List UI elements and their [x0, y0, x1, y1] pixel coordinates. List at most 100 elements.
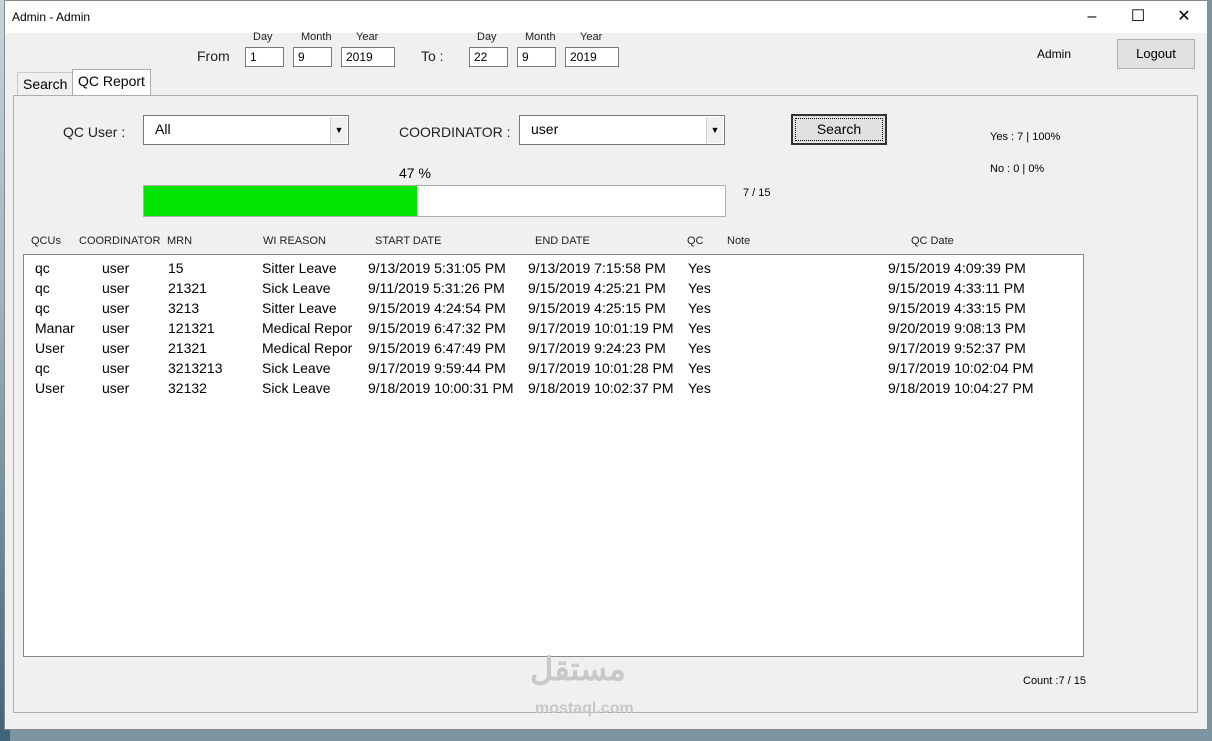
from-month-field[interactable]: 9	[293, 47, 332, 67]
cell-qcus: qc	[35, 280, 50, 296]
from-month-label: Month	[301, 31, 332, 43]
cell-qc: Yes	[688, 380, 711, 396]
from-day-label: Day	[253, 31, 273, 43]
column-header-qc-date[interactable]: QC Date	[911, 235, 954, 247]
from-day-field[interactable]: 1	[245, 47, 284, 67]
to-month-field[interactable]: 9	[517, 47, 556, 67]
from-label: From	[197, 48, 230, 64]
cell-start-date: 9/18/2019 10:00:31 PM	[368, 380, 514, 396]
cell-coordinator: user	[102, 300, 130, 316]
cell-qc-date: 9/15/2019 4:33:11 PM	[888, 280, 1025, 296]
column-header-mrn[interactable]: MRN	[167, 235, 192, 247]
cell-coordinator: user	[102, 380, 130, 396]
coordinator-select[interactable]: user ▼	[519, 115, 725, 145]
results-list[interactable]: qc user 15 Sitter Leave 9/13/2019 5:31:05 PM…	[23, 254, 1084, 657]
cell-qcus: User	[35, 340, 65, 356]
title-bar: Admin - Admin – ☐ ✕	[5, 1, 1207, 33]
cell-coordinator: user	[102, 360, 130, 376]
cell-start-date: 9/15/2019 4:24:54 PM	[368, 300, 506, 316]
user-name: Admin	[1037, 47, 1072, 61]
cell-qc-date: 9/17/2019 9:52:37 PM	[888, 340, 1026, 356]
cell-qc-date: 9/15/2019 4:09:39 PM	[888, 260, 1026, 276]
to-year-field[interactable]: 2019	[565, 47, 619, 67]
table-row[interactable]: User user 32132 Sick Leave 9/18/2019 10:00:3…	[24, 377, 1083, 397]
cell-coordinator: user	[102, 280, 130, 296]
cell-qc: Yes	[688, 340, 711, 356]
no-stat: No : 0 | 0%	[990, 163, 1045, 175]
cell-qc: Yes	[688, 360, 711, 376]
close-icon[interactable]: ✕	[1161, 1, 1207, 33]
to-day-field[interactable]: 22	[469, 47, 508, 67]
cell-start-date: 9/15/2019 6:47:49 PM	[368, 340, 506, 356]
search-button[interactable]: Search	[791, 114, 887, 145]
cell-qc-date: 9/18/2019 10:04:27 PM	[888, 380, 1034, 396]
table-row[interactable]: qc user 21321 Sick Leave 9/11/2019 5:31:26 P…	[24, 277, 1083, 297]
cell-start-date: 9/17/2019 9:59:44 PM	[368, 360, 506, 376]
column-header-coordinator[interactable]: COORDINATOR	[79, 235, 161, 247]
cell-qc: Yes	[688, 260, 711, 276]
yes-stat: Yes : 7 | 100%	[990, 131, 1061, 143]
cell-qcus: Manar	[35, 320, 75, 336]
cell-wi-reason: Sitter Leave	[262, 300, 337, 316]
window-title: Admin - Admin	[12, 10, 91, 24]
tab-qc-report[interactable]: QC Report	[72, 69, 151, 96]
column-header-start-date[interactable]: START DATE	[375, 235, 441, 247]
progress-fill	[144, 186, 418, 216]
cell-qc: Yes	[688, 300, 711, 316]
cell-end-date: 9/15/2019 4:25:15 PM	[528, 300, 666, 316]
chevron-down-icon[interactable]: ▼	[330, 117, 347, 143]
column-header-qc[interactable]: QC	[687, 235, 704, 247]
logout-button[interactable]: Logout	[1117, 39, 1195, 69]
column-header-wi-reason[interactable]: WI REASON	[263, 235, 326, 247]
column-header-qcus[interactable]: QCUs	[31, 235, 61, 247]
to-month-label: Month	[525, 31, 556, 43]
cell-qc: Yes	[688, 280, 711, 296]
cell-start-date: 9/11/2019 5:31:26 PM	[368, 280, 505, 296]
cell-wi-reason: Sick Leave	[262, 280, 331, 296]
table-row[interactable]: qc user 15 Sitter Leave 9/13/2019 5:31:05 PM…	[24, 257, 1083, 277]
coordinator-value: user	[531, 121, 559, 137]
from-year-label: Year	[356, 31, 379, 43]
minimize-icon[interactable]: –	[1069, 1, 1115, 33]
coordinator-label: COORDINATOR :	[399, 124, 511, 140]
table-row[interactable]: qc user 3213213 Sick Leave 9/17/2019 9:59:44…	[24, 357, 1083, 377]
cell-end-date: 9/15/2019 4:25:21 PM	[528, 280, 666, 296]
cell-qc: Yes	[688, 320, 711, 336]
table-row[interactable]: qc user 3213 Sitter Leave 9/15/2019 4:24:54 …	[24, 297, 1083, 317]
cell-end-date: 9/13/2019 7:15:58 PM	[528, 260, 666, 276]
progress-percent: 47 %	[399, 165, 431, 181]
cell-qc-date: 9/15/2019 4:33:15 PM	[888, 300, 1026, 316]
cell-end-date: 9/17/2019 10:01:19 PM	[528, 320, 674, 336]
table-row[interactable]: User user 21321 Medical Repor 9/15/2019 6:47…	[24, 337, 1083, 357]
tab-search[interactable]: Search	[17, 72, 74, 96]
cell-qcus: qc	[35, 300, 50, 316]
count-label: Count :7 / 15	[1023, 675, 1086, 687]
cell-mrn: 121321	[168, 320, 215, 336]
cell-wi-reason: Sitter Leave	[262, 260, 337, 276]
cell-qc-date: 9/17/2019 10:02:04 PM	[888, 360, 1034, 376]
column-header-note[interactable]: Note	[727, 235, 750, 247]
cell-qcus: User	[35, 380, 65, 396]
cell-wi-reason: Sick Leave	[262, 380, 331, 396]
watermark-url: mostaql.com	[535, 700, 634, 717]
cell-wi-reason: Medical Repor	[262, 340, 353, 356]
chevron-down-icon[interactable]: ▼	[706, 117, 723, 143]
cell-qc-date: 9/20/2019 9:08:13 PM	[888, 320, 1026, 336]
qc-user-value: All	[155, 121, 171, 137]
to-year-label: Year	[580, 31, 603, 43]
cell-start-date: 9/13/2019 5:31:05 PM	[368, 260, 506, 276]
from-year-field[interactable]: 2019	[341, 47, 395, 67]
cell-end-date: 9/17/2019 9:24:23 PM	[528, 340, 666, 356]
watermark-logo: مستقل	[530, 651, 626, 687]
column-header-end-date[interactable]: END DATE	[535, 235, 590, 247]
cell-wi-reason: Medical Repor	[262, 320, 353, 336]
cell-coordinator: user	[102, 260, 130, 276]
maximize-icon[interactable]: ☐	[1115, 1, 1161, 33]
to-label: To :	[421, 48, 444, 64]
cell-end-date: 9/17/2019 10:01:28 PM	[528, 360, 674, 376]
qc-user-select[interactable]: All ▼	[143, 115, 349, 145]
cell-mrn: 21321	[168, 280, 207, 296]
progress-bar	[143, 185, 726, 217]
cell-mrn: 15	[168, 260, 184, 276]
table-row[interactable]: Manar user 121321 Medical Repor 9/15/2019 6:…	[24, 317, 1083, 337]
